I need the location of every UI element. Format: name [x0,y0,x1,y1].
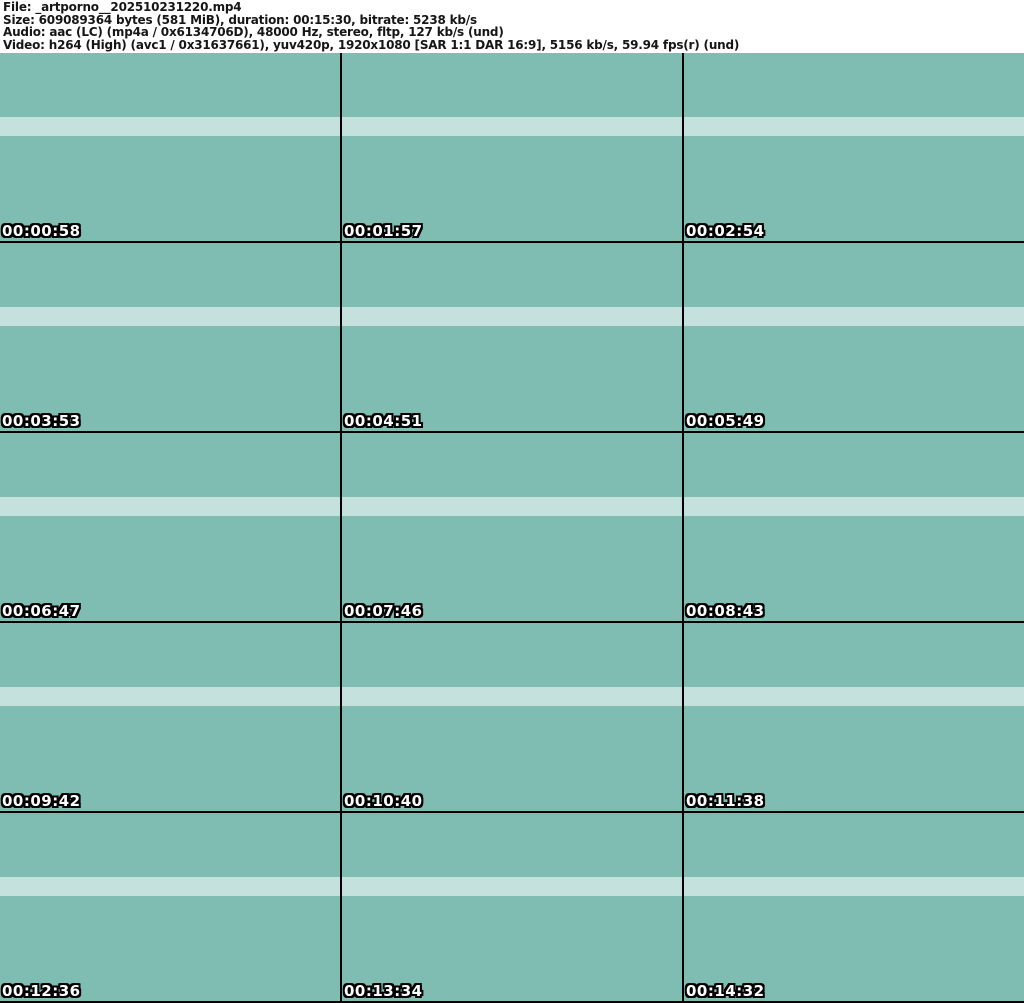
timestamp-overlay: 00:13:34 [344,982,423,1000]
video-thumbnail: 00:11:38 [684,623,1024,811]
placeholder-highlight-band [342,496,682,516]
timestamp-overlay: 00:14:32 [686,982,765,1000]
placeholder-highlight-band [0,496,340,516]
audio-codec-line: Audio: aac (LC) (mp4a / 0x6134706D), 480… [3,25,504,39]
thumbnail-grid: 00:00:58 00:01:57 00:02:54 00:03:53 00:04:51… [0,53,1024,1001]
video-contact-sheet: File: _artporno__202510231220.mp4 Size: … [0,0,1024,1003]
video-codec-line: Video: h264 (High) (avc1 / 0x31637661), … [3,37,740,52]
placeholder-highlight-band [0,116,340,136]
placeholder-highlight-band [342,306,682,326]
video-thumbnail: 00:05:49 [684,243,1024,431]
placeholder-highlight-band [684,306,1024,326]
video-thumbnail: 00:14:32 [684,813,1024,1001]
media-info-header: File: _artporno__202510231220.mp4 Size: … [0,0,1024,53]
timestamp-overlay: 00:07:46 [344,602,423,620]
file-name-line: File: _artporno__202510231220.mp4 [3,0,242,14]
video-thumbnail: 00:04:51 [342,243,682,431]
placeholder-highlight-band [342,686,682,706]
timestamp-overlay: 00:04:51 [344,412,423,430]
video-thumbnail: 00:10:40 [342,623,682,811]
timestamp-overlay: 00:06:47 [2,602,81,620]
timestamp-overlay: 00:00:58 [2,222,81,240]
timestamp-overlay: 00:01:57 [344,222,423,240]
timestamp-overlay: 00:08:43 [686,602,765,620]
placeholder-highlight-band [684,876,1024,896]
video-thumbnail: 00:13:34 [342,813,682,1001]
placeholder-highlight-band [0,876,340,896]
timestamp-overlay: 00:11:38 [686,792,765,810]
video-thumbnail: 00:07:46 [342,433,682,621]
video-thumbnail: 00:06:47 [0,433,340,621]
video-thumbnail: 00:12:36 [0,813,340,1001]
placeholder-highlight-band [0,306,340,326]
video-thumbnail: 00:09:42 [0,623,340,811]
timestamp-overlay: 00:02:54 [686,222,765,240]
video-thumbnail: 00:00:58 [0,53,340,241]
video-thumbnail: 00:08:43 [684,433,1024,621]
placeholder-highlight-band [684,116,1024,136]
placeholder-highlight-band [342,116,682,136]
timestamp-overlay: 00:09:42 [2,792,81,810]
video-thumbnail: 00:03:53 [0,243,340,431]
timestamp-overlay: 00:05:49 [686,412,765,430]
placeholder-highlight-band [684,686,1024,706]
video-thumbnail: 00:02:54 [684,53,1024,241]
video-thumbnail: 00:01:57 [342,53,682,241]
timestamp-overlay: 00:12:36 [2,982,81,1000]
timestamp-overlay: 00:03:53 [2,412,81,430]
placeholder-highlight-band [684,496,1024,516]
timestamp-overlay: 00:10:40 [344,792,423,810]
placeholder-highlight-band [342,876,682,896]
placeholder-highlight-band [0,686,340,706]
